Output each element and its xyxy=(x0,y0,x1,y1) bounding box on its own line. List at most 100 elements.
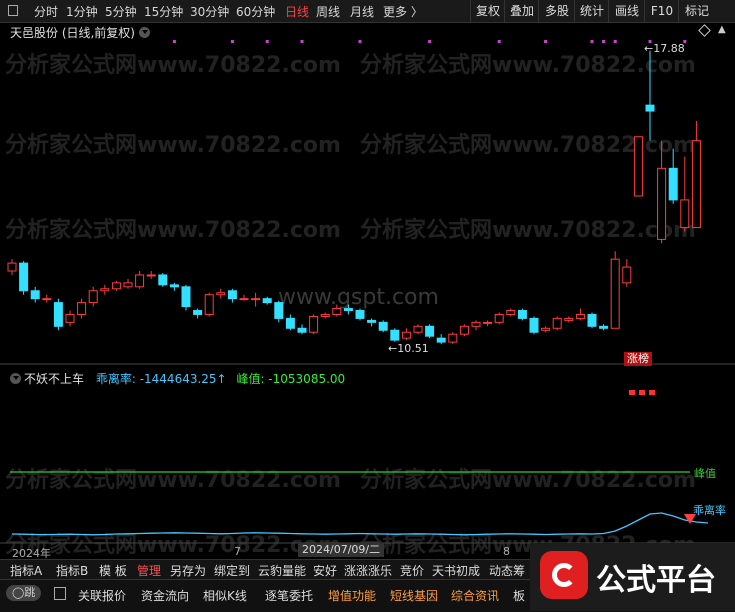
candle xyxy=(633,136,643,197)
f10-button[interactable]: F10 xyxy=(644,0,679,22)
candle-body xyxy=(309,315,319,333)
linked-quote-button[interactable]: 关联报价 xyxy=(78,587,126,604)
tf-monthly[interactable]: 月线 xyxy=(350,3,374,20)
candle-body xyxy=(88,290,98,304)
candle xyxy=(506,308,516,317)
watermarks: 分析家公式网www.70822.com 分析家公式网www.70822.com 分析… xyxy=(5,52,696,558)
toggle-button[interactable]: ◯跳 xyxy=(6,585,42,601)
candle-body xyxy=(297,327,307,333)
multi-stock-button[interactable]: 多股 xyxy=(538,0,575,22)
peak-line-label: 峰值 xyxy=(694,467,716,480)
candle xyxy=(100,284,110,295)
panel-icon[interactable] xyxy=(54,587,66,600)
signal-square xyxy=(629,390,635,395)
candle-body xyxy=(332,308,342,315)
candle-body xyxy=(378,321,388,331)
tf-60min[interactable]: 60分钟 xyxy=(236,3,275,20)
chevron-down-icon[interactable] xyxy=(139,27,150,38)
candle-body xyxy=(587,313,597,327)
tf-weekly[interactable]: 周线 xyxy=(316,3,340,20)
signal-dot xyxy=(300,40,304,43)
candle-body xyxy=(506,310,516,315)
value-added-button[interactable]: 增值功能 xyxy=(328,587,376,604)
watermark-text: 分析家公式网www.70822.com xyxy=(5,132,341,158)
scroll-up-arrow[interactable]: ▲ xyxy=(718,24,726,35)
candle xyxy=(390,328,400,342)
candle-body xyxy=(42,298,52,301)
high-price-label: ←17.88 xyxy=(644,42,685,55)
tab-anhao[interactable]: 安好 xyxy=(313,562,337,579)
tab-yunbao[interactable]: 云豹量能 xyxy=(258,562,306,579)
tab-indicator-b[interactable]: 指标B xyxy=(56,562,88,579)
candle xyxy=(680,156,690,232)
tick-order-button[interactable]: 逐笔委托 xyxy=(265,587,313,604)
candle-body xyxy=(111,282,121,290)
chevron-down-icon[interactable] xyxy=(10,373,21,384)
tab-manage[interactable]: 管理 xyxy=(137,562,161,579)
mark-button[interactable]: 标记 xyxy=(678,0,715,22)
candle-body xyxy=(367,319,377,323)
tab-dongtai[interactable]: 动态筹 xyxy=(489,562,525,579)
gspt-logo-inner xyxy=(552,563,576,587)
low-price-label: ←10.51 xyxy=(388,342,429,355)
fund-flow-button[interactable]: 资金流向 xyxy=(141,587,189,604)
signal-dot xyxy=(428,40,432,43)
tf-1min[interactable]: 1分钟 xyxy=(66,3,98,20)
tf-30min[interactable]: 30分钟 xyxy=(190,3,229,20)
candle xyxy=(297,324,307,335)
candle xyxy=(610,251,620,329)
candle xyxy=(459,324,469,337)
tab-indicator-a[interactable]: 指标A xyxy=(10,562,42,579)
signal-square xyxy=(649,390,655,395)
candle-body xyxy=(19,262,29,292)
candle-body xyxy=(425,325,435,337)
candle-body xyxy=(552,317,562,329)
limit-up-tag[interactable]: 涨榜 xyxy=(624,352,652,366)
candle-body xyxy=(668,167,678,201)
candle-body xyxy=(355,310,365,319)
deviation-line-label: 乖离率 xyxy=(693,504,726,517)
signal-dot xyxy=(613,40,617,43)
similar-kline-button[interactable]: 相似K线 xyxy=(203,587,247,604)
candle-body xyxy=(100,288,110,292)
candle-body xyxy=(691,140,701,229)
tab-jingjia[interactable]: 竞价 xyxy=(400,562,424,579)
candle xyxy=(42,294,52,303)
tab-bind-to[interactable]: 绑定到 xyxy=(214,562,250,579)
watermark-gspt: www.gspt.com xyxy=(278,285,439,310)
candle-body xyxy=(599,325,609,329)
short-gene-button[interactable]: 短线基因 xyxy=(390,587,438,604)
candle-body xyxy=(413,325,423,333)
tf-daily[interactable]: 日线 xyxy=(285,3,309,20)
overlay-button[interactable]: 叠加 xyxy=(504,0,539,22)
candle-body xyxy=(343,308,353,312)
tab-template[interactable]: 模 板 xyxy=(99,562,127,579)
candle-body xyxy=(53,302,63,327)
board-button[interactable]: 板 xyxy=(513,587,525,604)
draw-line-button[interactable]: 画线 xyxy=(608,0,645,22)
tf-5min[interactable]: 5分钟 xyxy=(105,3,137,20)
candle xyxy=(181,284,191,311)
candle xyxy=(285,314,295,331)
news-button[interactable]: 综合资讯 xyxy=(451,587,499,604)
candle xyxy=(413,324,423,335)
tab-save-as[interactable]: 另存为 xyxy=(170,562,206,579)
stats-button[interactable]: 统计 xyxy=(574,0,609,22)
chart-area[interactable]: 分析家公式网www.70822.com 分析家公式网www.70822.com 分析… xyxy=(0,22,735,558)
candle xyxy=(587,312,597,329)
chart-title[interactable]: 天邑股份 (日线,前复权) xyxy=(10,24,150,41)
watermark-text: 分析家公式网www.70822.com xyxy=(5,467,341,493)
tf-fenshi[interactable]: 分时 xyxy=(34,3,58,20)
indicator-title[interactable]: 不妖不上车 乖离率: -1444643.25↑ 峰值: -1053085.00 xyxy=(10,370,345,387)
tab-zhangzhang[interactable]: 涨涨涨乐 xyxy=(344,562,392,579)
watermark-text: 分析家公式网www.70822.com xyxy=(5,52,341,78)
candle xyxy=(146,271,156,279)
tab-tianshu[interactable]: 天书初成 xyxy=(432,562,480,579)
window-icon[interactable] xyxy=(8,5,18,16)
candle-body xyxy=(680,199,690,229)
tf-15min[interactable]: 15分钟 xyxy=(144,3,183,20)
candle-body xyxy=(541,327,551,331)
fuquan-button[interactable]: 复权 xyxy=(470,0,505,22)
tf-more[interactable]: 更多 〉 xyxy=(383,3,423,20)
candle-body xyxy=(181,286,191,308)
